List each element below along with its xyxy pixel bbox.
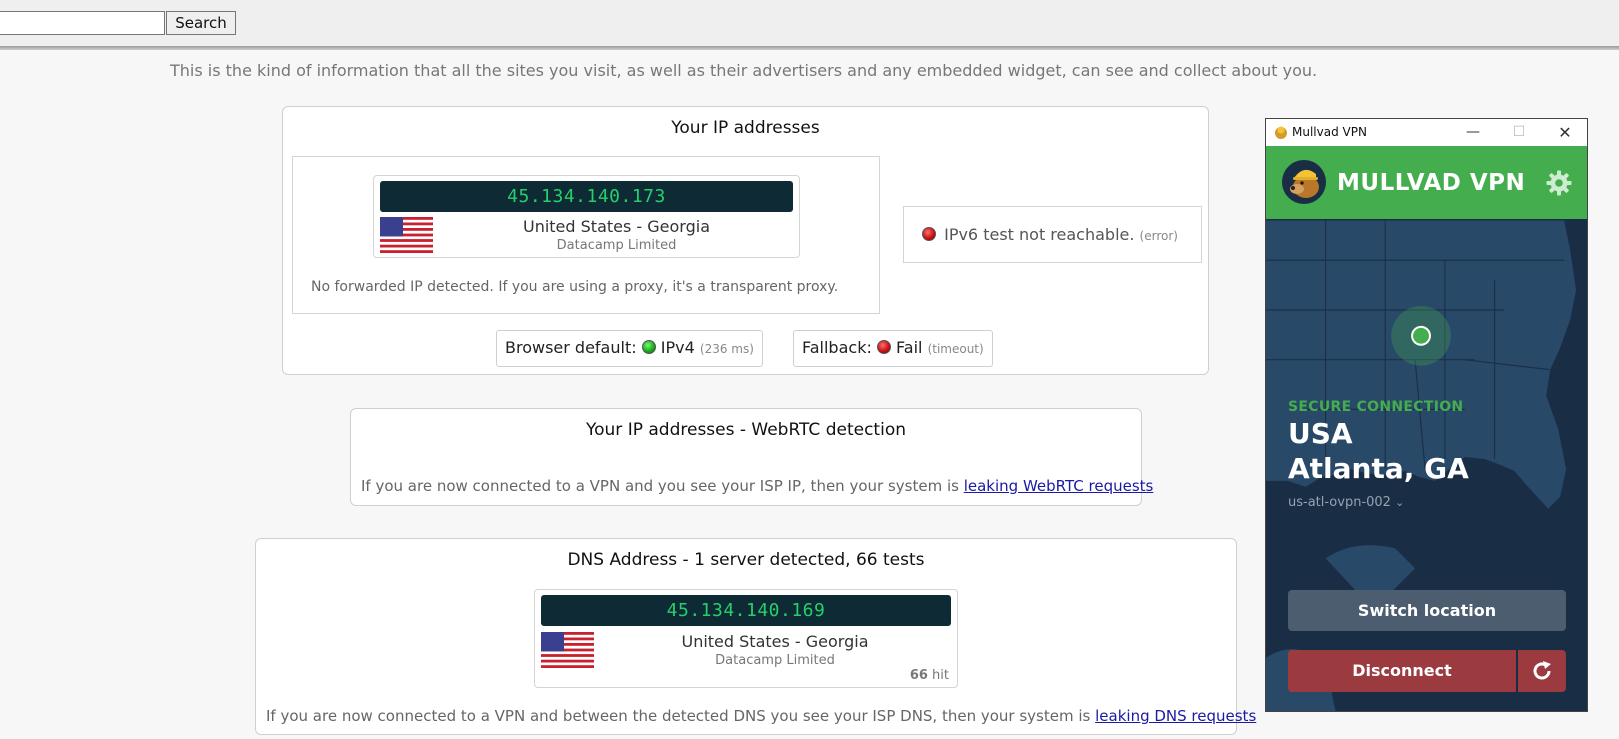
ipv6-status-text: IPv6 test not reachable. [944,225,1135,244]
dns-hit-count: 66 hit [910,668,949,683]
chevron-down-icon: ⌄ [1395,496,1405,509]
connected-country: USA [1288,417,1353,450]
fallback-detail: (timeout) [927,342,984,356]
gear-icon[interactable] [1546,170,1572,196]
us-flag-icon [541,632,594,668]
fallback-label: Fallback: [802,338,872,357]
search-toolbar: Search [0,0,1619,46]
status-red-dot-icon [922,227,936,241]
close-icon[interactable]: ✕ [1542,119,1587,146]
dns-server-card: 45.134.140.169 United States - Georgia D… [534,589,958,688]
us-flag-icon [380,217,433,253]
forwarded-ip-note: No forwarded IP detected. If you are usi… [311,279,839,295]
dns-hits-value: 66 [909,668,928,683]
ipv4-address: 45.134.140.173 [380,181,793,212]
window-titlebar: Mullvad VPN — ☐ ✕ [1266,119,1587,146]
ip-panel-title: Your IP addresses [671,118,820,138]
dns-server-address: 45.134.140.169 [541,595,951,626]
status-red-dot-icon [876,340,891,354]
search-input[interactable] [0,11,165,35]
mullvad-logo-icon [1282,160,1326,204]
toolbar-divider [0,46,1619,50]
webrtc-note-text: If you are now connected to a VPN and yo… [361,477,959,495]
maximize-icon[interactable]: ☐ [1496,119,1542,146]
mullvad-app-icon [1275,126,1287,139]
server-selector[interactable]: us-atl-ovpn-002 ⌄ [1288,495,1404,510]
ipv4-section: 45.134.140.173 United States - Georgia D… [292,156,880,314]
dns-panel: DNS Address - 1 server detected, 66 test… [255,538,1256,735]
ipv6-status-detail: (error) [1139,229,1178,243]
dns-note-text: If you are now connected to a VPN and be… [266,707,1091,725]
ipv6-section: IPv6 test not reachable. (error) [903,206,1202,263]
minimize-icon[interactable]: — [1450,119,1496,146]
ipv4-isp: Datacamp Limited [556,238,677,253]
reconnect-icon [1533,661,1551,680]
status-green-dot-icon [641,340,656,354]
disconnect-button[interactable]: Disconnect [1288,650,1516,692]
server-name: us-atl-ovpn-002 [1288,495,1391,510]
browser-default-detail: (236 ms) [699,342,754,356]
fallback-value: Fail [896,338,923,357]
reconnect-button[interactable] [1518,650,1566,692]
mullvad-header: MULLVAD VPN [1266,146,1587,219]
dns-server-isp: Datacamp Limited [715,653,835,668]
mullvad-vpn-window: Mullvad VPN — ☐ ✕ MULLVAD VPN SECURE CON… [1265,118,1588,712]
dns-note: If you are now connected to a VPN and be… [266,707,1256,725]
webrtc-note: If you are now connected to a VPN and yo… [361,477,1153,495]
ipv4-location: United States - Georgia [522,217,711,236]
webrtc-leak-link[interactable]: leaking WebRTC requests [964,477,1154,495]
browser-default-value: IPv4 [660,338,695,357]
ip-addresses-panel: Your IP addresses 45.134.140.173 United … [282,106,1209,375]
switch-location-button[interactable]: Switch location [1288,590,1566,631]
browser-default-chip: Browser default: IPv4 (236 ms) [496,330,763,367]
webrtc-panel: Your IP addresses - WebRTC detection If … [350,408,1153,506]
dns-server-location: United States - Georgia [681,632,869,651]
ipv4-card: 45.134.140.173 United States - Georgia D… [373,175,800,258]
mullvad-brand: MULLVAD VPN [1337,170,1526,196]
intro-text: This is the kind of information that all… [170,61,1318,80]
webrtc-panel-title: Your IP addresses - WebRTC detection [586,420,906,440]
dns-panel-title: DNS Address - 1 server detected, 66 test… [567,550,925,570]
browser-default-label: Browser default: [505,338,637,357]
fallback-chip: Fallback: Fail (timeout) [793,330,993,367]
dns-leak-link[interactable]: leaking DNS requests [1095,707,1256,725]
dns-hits-label: hit [932,668,949,683]
window-title: Mullvad VPN [1292,125,1367,139]
ipv6-status: IPv6 test not reachable. (error) [922,225,1178,244]
search-button[interactable]: Search [166,11,236,35]
connected-city: Atlanta, GA [1288,452,1469,485]
connection-status: SECURE CONNECTION [1288,399,1464,415]
